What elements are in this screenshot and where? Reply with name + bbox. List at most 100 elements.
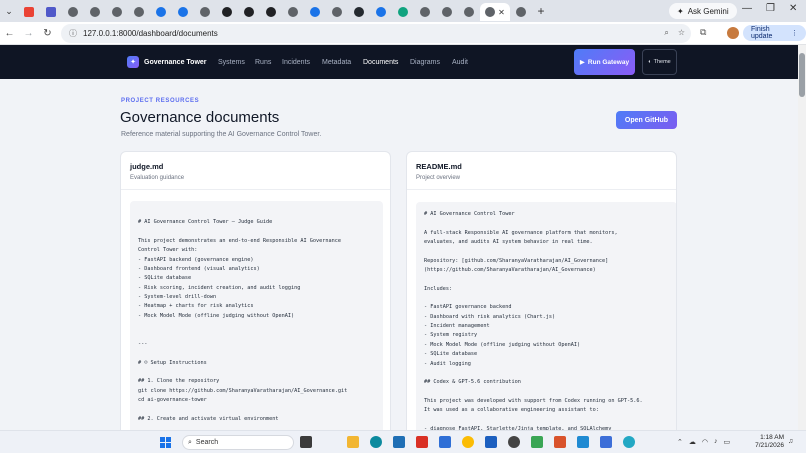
play-icon: ▶ [579, 59, 585, 66]
tab-gmail[interactable] [18, 3, 40, 21]
outlook-icon[interactable] [485, 436, 497, 448]
battery-icon[interactable]: ▭ [723, 438, 730, 446]
task-view-icon[interactable] [300, 436, 312, 448]
theme-toggle-button[interactable]: ◐ Theme [642, 49, 677, 75]
address-bar-row: ← → ↻ ⓘ 127.0.0.1:8000/dashboard/documen… [0, 22, 806, 45]
zoom-icon[interactable]: ⌕ [664, 28, 668, 38]
app-icon[interactable] [554, 436, 566, 448]
url-input[interactable]: ⓘ 127.0.0.1:8000/dashboard/documents ⌕ ☆ [61, 24, 691, 43]
page-icon [200, 7, 210, 17]
tab-page[interactable] [84, 3, 106, 21]
tab-page[interactable] [282, 3, 304, 21]
taskbar-search-label: Search [195, 439, 219, 446]
wifi-icon[interactable]: ◠ [702, 438, 708, 446]
app-icon[interactable] [531, 436, 543, 448]
clock[interactable]: 1:18 AM 7/21/2026 [752, 434, 784, 450]
tab-page[interactable] [194, 3, 216, 21]
doc-subtitle: Evaluation guidance [130, 175, 185, 181]
back-arrow-icon[interactable]: ← [0, 28, 19, 39]
app-navbar: ✦ Governance Tower Systems Runs Incident… [0, 45, 800, 79]
nav-documents[interactable]: Documents [363, 59, 398, 66]
ask-gemini-button[interactable]: ✦ Ask Gemini [669, 3, 737, 19]
app-icon[interactable] [416, 436, 428, 448]
minimize-icon[interactable]: — [742, 3, 752, 14]
chrome-icon [178, 7, 188, 17]
restore-icon[interactable]: ❐ [766, 3, 775, 14]
chrome-icon [310, 7, 320, 17]
tab-page[interactable] [106, 3, 128, 21]
tab-teams[interactable] [40, 3, 62, 21]
chrome-taskbar-icon[interactable] [462, 436, 474, 448]
dark-icon [244, 7, 254, 17]
tab-page[interactable] [436, 3, 458, 21]
tab-page[interactable] [326, 3, 348, 21]
open-github-button[interactable]: Open GitHub [616, 111, 677, 129]
cloud-icon[interactable]: ☁ [689, 438, 696, 446]
brand[interactable]: ✦ Governance Tower [127, 56, 207, 68]
tab-chrome[interactable] [150, 3, 172, 21]
nav-metadata[interactable]: Metadata [322, 59, 351, 66]
site-info-icon[interactable]: ⓘ [69, 28, 77, 39]
doc-card-readme: README.md Project overview # AI Governan… [406, 151, 677, 441]
tab-page[interactable] [458, 3, 480, 21]
tab-search-chevron-icon[interactable]: ⌄ [0, 0, 18, 22]
app-icon[interactable] [508, 436, 520, 448]
close-tab-icon[interactable]: ✕ [498, 8, 505, 17]
tab-page[interactable] [510, 3, 532, 21]
nav-runs[interactable]: Runs [255, 59, 271, 66]
tab-dark[interactable] [238, 3, 260, 21]
tab-dark[interactable] [216, 3, 238, 21]
app-icon[interactable] [623, 436, 635, 448]
edge-icon[interactable] [370, 436, 382, 448]
page-scrollbar[interactable] [798, 45, 806, 430]
app-icon[interactable] [439, 436, 451, 448]
page-icon [68, 7, 78, 17]
close-window-icon[interactable]: ✕ [789, 3, 797, 14]
store-icon[interactable] [393, 436, 405, 448]
doc-title: judge.md [130, 162, 164, 171]
nav-audit[interactable]: Audit [452, 59, 468, 66]
nav-diagrams[interactable]: Diagrams [410, 59, 440, 66]
bookmark-star-icon[interactable]: ☆ [678, 28, 685, 38]
tab-dark[interactable] [260, 3, 282, 21]
volume-icon[interactable]: ♪ [714, 438, 718, 446]
omnibox-actions: ⌕ ☆ [664, 28, 685, 38]
extensions-icon[interactable]: ⧉ [700, 27, 706, 38]
tab-chrome[interactable] [370, 3, 392, 21]
tab-chrome[interactable] [304, 3, 326, 21]
taskbar-search[interactable]: ⌕ Search [182, 435, 294, 450]
notification-bell-icon[interactable]: ♫ [788, 438, 793, 445]
teams-icon [46, 7, 56, 17]
nav-systems[interactable]: Systems [218, 59, 245, 66]
tab-chrome[interactable] [172, 3, 194, 21]
chevron-up-icon[interactable]: ⌃ [677, 438, 683, 446]
forward-arrow-icon[interactable]: → [19, 28, 38, 39]
vscode-icon[interactable] [577, 436, 589, 448]
tab-page[interactable] [62, 3, 84, 21]
divider [407, 189, 676, 190]
reload-icon[interactable]: ↻ [38, 28, 57, 39]
tab-page[interactable] [414, 3, 436, 21]
windows-start-icon[interactable] [160, 437, 171, 448]
profile-avatar[interactable] [727, 27, 739, 39]
new-tab-button[interactable]: + [532, 4, 550, 18]
doc-content[interactable]: # AI Governance Control Tower A full-sta… [416, 202, 676, 440]
dark-icon [222, 7, 232, 17]
tab-openai[interactable] [392, 3, 414, 21]
page-icon [516, 7, 526, 17]
scrollbar-thumb[interactable] [799, 53, 805, 97]
tab-github[interactable] [348, 3, 370, 21]
nav-incidents[interactable]: Incidents [282, 59, 310, 66]
finish-update-label: Finish update [751, 26, 773, 40]
tab-active[interactable]: ✕ [480, 3, 510, 21]
tab-page[interactable] [128, 3, 150, 21]
doc-content[interactable]: # AI Governance Control Tower — Judge Gu… [130, 201, 383, 440]
brand-name: Governance Tower [144, 58, 207, 66]
finish-update-button[interactable]: Finish update ⋮ [743, 25, 806, 41]
system-tray: ⌃ ☁ ◠ ♪ ▭ [677, 438, 730, 446]
page-icon [288, 7, 298, 17]
file-explorer-icon[interactable] [347, 436, 359, 448]
app-icon[interactable] [600, 436, 612, 448]
chrome-icon [376, 7, 386, 17]
run-gateway-button[interactable]: ▶ Run Gateway [574, 49, 635, 75]
